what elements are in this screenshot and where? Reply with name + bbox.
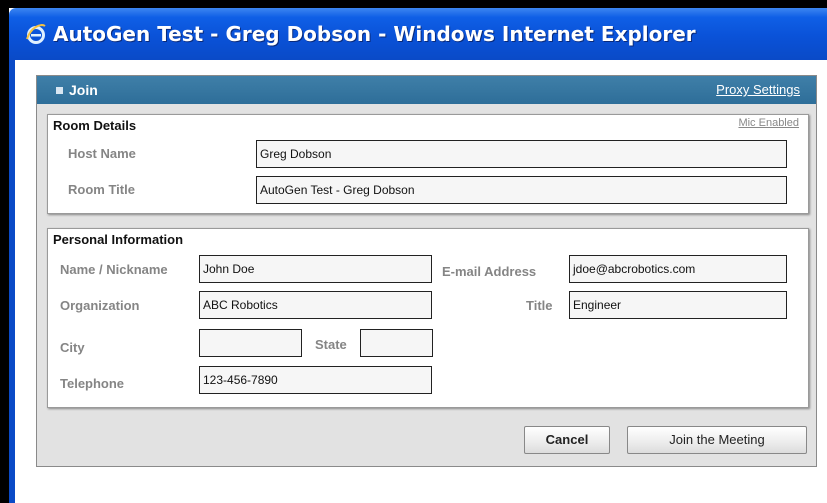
cancel-button[interactable]: Cancel	[524, 426, 610, 454]
organization-label: Organization	[60, 298, 140, 313]
telephone-field[interactable]: 123-456-7890	[199, 366, 432, 394]
city-label: City	[60, 340, 85, 355]
title-label: Title	[526, 298, 553, 313]
browser-window: AutoGen Test - Greg Dobson - Windows Int…	[0, 0, 827, 503]
window-frame-left	[9, 60, 15, 503]
window-edge-top	[0, 0, 827, 8]
host-name-field[interactable]: Greg Dobson	[256, 140, 787, 168]
email-field[interactable]: jdoe@abcrobotics.com	[569, 255, 787, 283]
title-field[interactable]: Engineer	[569, 291, 787, 319]
window-title: AutoGen Test - Greg Dobson - Windows Int…	[53, 22, 696, 46]
room-title-field[interactable]: AutoGen Test - Greg Dobson	[256, 176, 787, 204]
name-label: Name / Nickname	[60, 262, 168, 277]
title-bar[interactable]: AutoGen Test - Greg Dobson - Windows Int…	[9, 8, 827, 60]
state-field[interactable]	[360, 329, 433, 357]
city-field[interactable]	[199, 329, 302, 357]
window-edge-left	[0, 0, 9, 503]
mic-enabled-link[interactable]: Mic Enabled	[738, 117, 799, 129]
host-name-label: Host Name	[68, 146, 136, 161]
email-label: E-mail Address	[442, 264, 537, 279]
join-dialog: Join Proxy Settings Room Details Mic Ena…	[36, 75, 817, 467]
ie-icon	[26, 24, 46, 44]
personal-info-section: Personal Information Name / Nickname Joh…	[47, 228, 809, 408]
dialog-header: Join Proxy Settings	[37, 76, 816, 104]
room-title-label: Room Title	[68, 182, 135, 197]
name-field[interactable]: John Doe	[199, 255, 432, 283]
personal-info-title: Personal Information	[53, 232, 184, 247]
state-label: State	[315, 337, 347, 352]
room-details-section: Room Details Mic Enabled Host Name Greg …	[47, 114, 809, 214]
telephone-label: Telephone	[60, 376, 125, 391]
organization-field[interactable]: ABC Robotics	[199, 291, 432, 319]
room-details-title: Room Details	[53, 118, 137, 133]
join-meeting-button[interactable]: Join the Meeting	[627, 426, 807, 454]
header-bullet-icon	[56, 87, 63, 94]
dialog-title: Join	[69, 82, 98, 98]
proxy-settings-link[interactable]: Proxy Settings	[716, 82, 800, 97]
